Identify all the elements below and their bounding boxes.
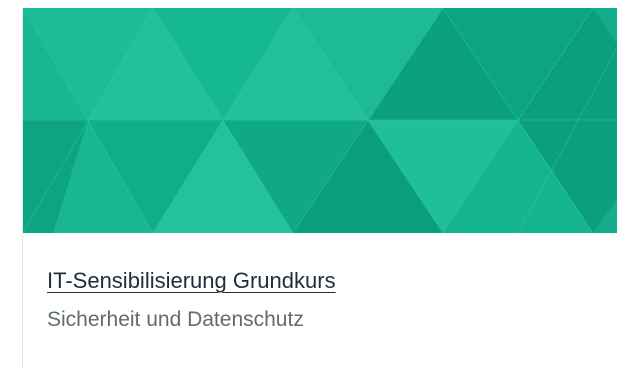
course-card[interactable]: IT-Sensibilisierung Grundkurs Sicherheit… [22,8,617,369]
triangle-pattern-graphic [23,8,617,233]
page: IT-Sensibilisierung Grundkurs Sicherheit… [0,0,617,369]
course-card-body: IT-Sensibilisierung Grundkurs Sicherheit… [47,266,607,334]
course-banner-image[interactable] [23,8,617,233]
course-title-link[interactable]: IT-Sensibilisierung Grundkurs [47,266,336,296]
course-subtitle: Sicherheit und Datenschutz [47,308,304,331]
